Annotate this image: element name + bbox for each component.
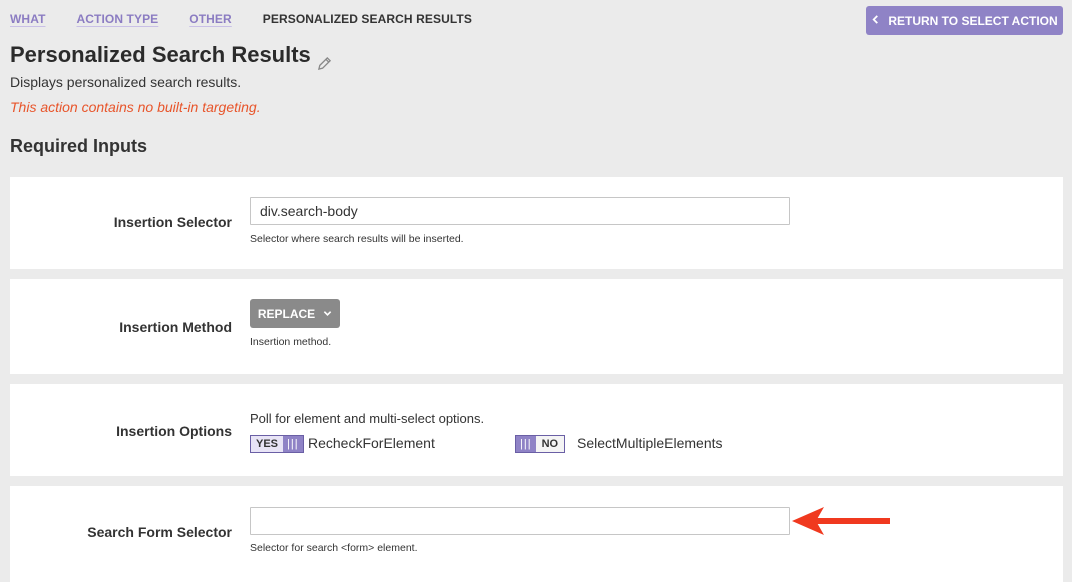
search-form-selector-label: Search Form Selector (87, 524, 232, 540)
select-multiple-elements-toggle[interactable]: ||| NO (515, 435, 566, 453)
pencil-icon[interactable] (317, 51, 332, 70)
chevron-down-icon (323, 307, 332, 321)
insertion-options-label: Insertion Options (116, 423, 232, 439)
breadcrumb-action-type[interactable]: ACTION TYPE (77, 12, 159, 26)
breadcrumb-what[interactable]: WHAT (10, 12, 46, 26)
select-multiple-elements-label: SelectMultipleElements (577, 435, 723, 451)
page-title-row: Personalized Search Results (10, 42, 332, 70)
insertion-method-help: Insertion method. (250, 336, 332, 348)
insertion-selector-card: Insertion Selector Selector where search… (10, 177, 1063, 269)
insertion-method-dropdown[interactable]: REPLACE (250, 299, 340, 328)
search-form-selector-help: Selector for search <form> element. (250, 542, 418, 554)
search-form-selector-card: Search Form Selector Selector for search… (10, 486, 1063, 582)
insertion-options-card: Insertion Options Poll for element and m… (10, 384, 1063, 476)
red-arrow-icon (792, 507, 890, 535)
insertion-method-value: REPLACE (257, 306, 316, 321)
return-button-label: RETURN TO SELECT ACTION (888, 13, 1058, 28)
targeting-warning: This action contains no built-in targeti… (10, 99, 261, 115)
select-multiple-toggle-state: NO (535, 436, 565, 452)
breadcrumb: WHAT ACTION TYPE OTHER PERSONALIZED SEAR… (10, 12, 503, 26)
chevron-left-icon (871, 14, 880, 27)
insertion-method-label: Insertion Method (119, 319, 232, 335)
breadcrumb-current: PERSONALIZED SEARCH RESULTS (262, 12, 472, 26)
required-inputs-heading: Required Inputs (10, 136, 148, 156)
page-title: Personalized Search Results (10, 42, 311, 67)
recheck-toggle-state: YES (251, 436, 284, 452)
recheck-for-element-toggle[interactable]: YES ||| (250, 435, 304, 453)
insertion-options-help: Poll for element and multi-select option… (250, 411, 485, 426)
insertion-method-card: Insertion Method REPLACE Insertion metho… (10, 279, 1063, 374)
search-form-selector-input[interactable] (250, 507, 790, 535)
insertion-selector-label: Insertion Selector (113, 214, 232, 230)
insertion-selector-help: Selector where search results will be in… (250, 233, 464, 245)
toggle-grip-icon: ||| (516, 436, 536, 452)
breadcrumb-other[interactable]: OTHER (189, 12, 232, 26)
return-to-select-action-button[interactable]: RETURN TO SELECT ACTION (866, 6, 1063, 35)
toggle-grip-icon: ||| (283, 436, 303, 452)
recheck-for-element-label: RecheckForElement (308, 435, 435, 451)
insertion-selector-input[interactable] (250, 197, 790, 225)
action-description: Displays personalized search results. (10, 74, 242, 90)
